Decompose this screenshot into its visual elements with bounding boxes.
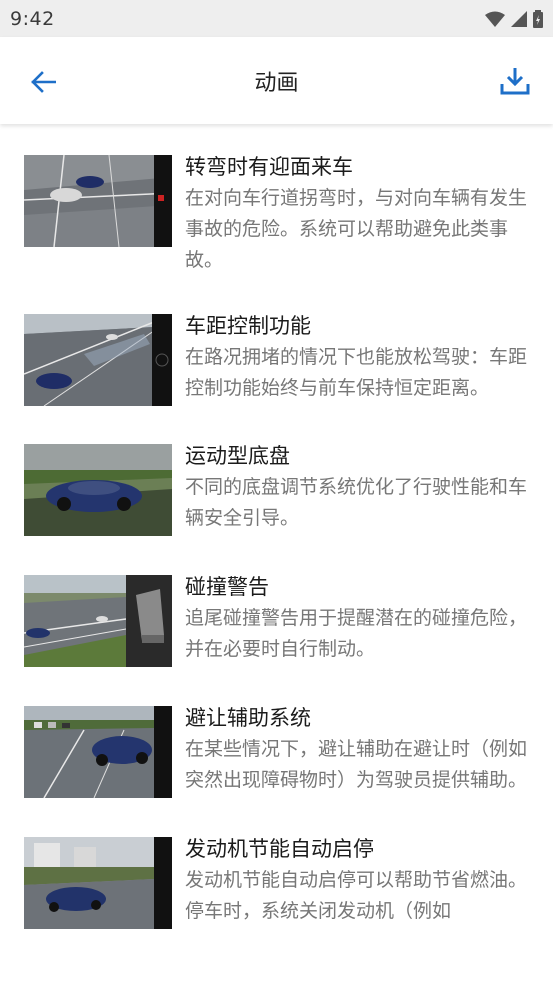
item-title: 车距控制功能 bbox=[185, 314, 311, 338]
list-item[interactable]: 发动机节能自动启停 发动机节能自动启停可以帮助节省燃油。停车时，系统关闭发动机（… bbox=[0, 836, 553, 929]
list-item[interactable]: 车距控制功能 在路况拥堵的情况下也能放松驾驶：车距控制功能始终与前车保持恒定距离… bbox=[0, 313, 553, 406]
item-title: 转弯时有迎面来车 bbox=[185, 155, 353, 179]
item-title: 运动型底盘 bbox=[185, 444, 290, 468]
download-icon bbox=[500, 68, 530, 95]
thumbnail-turning bbox=[24, 155, 172, 247]
wifi-icon bbox=[485, 11, 505, 27]
arrow-left-icon bbox=[31, 71, 56, 93]
thumbnail-sport-chassis bbox=[24, 444, 172, 536]
status-icons bbox=[485, 9, 543, 28]
thumbnail-distance-control bbox=[24, 314, 172, 406]
thumbnail-evasive-assist bbox=[24, 706, 172, 798]
battery-icon bbox=[533, 9, 543, 28]
list-item[interactable]: 转弯时有迎面来车 在对向车行道拐弯时，与对向车辆有发生事故的危险。系统可以帮助避… bbox=[0, 154, 553, 276]
thumbnail-start-stop bbox=[24, 837, 172, 929]
page-title: 动画 bbox=[254, 70, 299, 96]
signal-icon bbox=[511, 10, 527, 27]
item-description: 在某些情况下，避让辅助在避让时（例如突然出现障碍物时）为驾驶员提供辅助。 bbox=[185, 738, 528, 791]
item-description: 在路况拥堵的情况下也能放松驾驶：车距控制功能始终与前车保持恒定距离。 bbox=[185, 346, 528, 399]
animation-list: 转弯时有迎面来车 在对向车行道拐弯时，与对向车辆有发生事故的危险。系统可以帮助避… bbox=[0, 124, 553, 929]
item-title: 发动机节能自动启停 bbox=[185, 837, 374, 861]
download-button[interactable] bbox=[497, 63, 533, 99]
list-item[interactable]: 运动型底盘 不同的底盘调节系统优化了行驶性能和车辆安全引导。 bbox=[0, 443, 553, 536]
item-description: 发动机节能自动启停可以帮助节省燃油。停车时，系统关闭发动机（例如 bbox=[185, 869, 528, 922]
item-title: 碰撞警告 bbox=[185, 575, 269, 599]
item-description: 追尾碰撞警告用于提醒潜在的碰撞危险，并在必要时自行制动。 bbox=[185, 607, 528, 660]
list-item[interactable]: 碰撞警告 追尾碰撞警告用于提醒潜在的碰撞危险，并在必要时自行制动。 bbox=[0, 574, 553, 667]
back-button[interactable] bbox=[26, 65, 60, 99]
status-bar: 9:42 bbox=[0, 0, 553, 37]
item-description: 不同的底盘调节系统优化了行驶性能和车辆安全引导。 bbox=[185, 476, 528, 529]
item-description: 在对向车行道拐弯时，与对向车辆有发生事故的危险。系统可以帮助避免此类事故。 bbox=[185, 187, 528, 271]
list-item[interactable]: 避让辅助系统 在某些情况下，避让辅助在避让时（例如突然出现障碍物时）为驾驶员提供… bbox=[0, 705, 553, 798]
status-time: 9:42 bbox=[10, 7, 55, 30]
item-title: 避让辅助系统 bbox=[185, 706, 311, 730]
app-bar: 动画 bbox=[0, 37, 553, 124]
thumbnail-collision-warning bbox=[24, 575, 172, 667]
